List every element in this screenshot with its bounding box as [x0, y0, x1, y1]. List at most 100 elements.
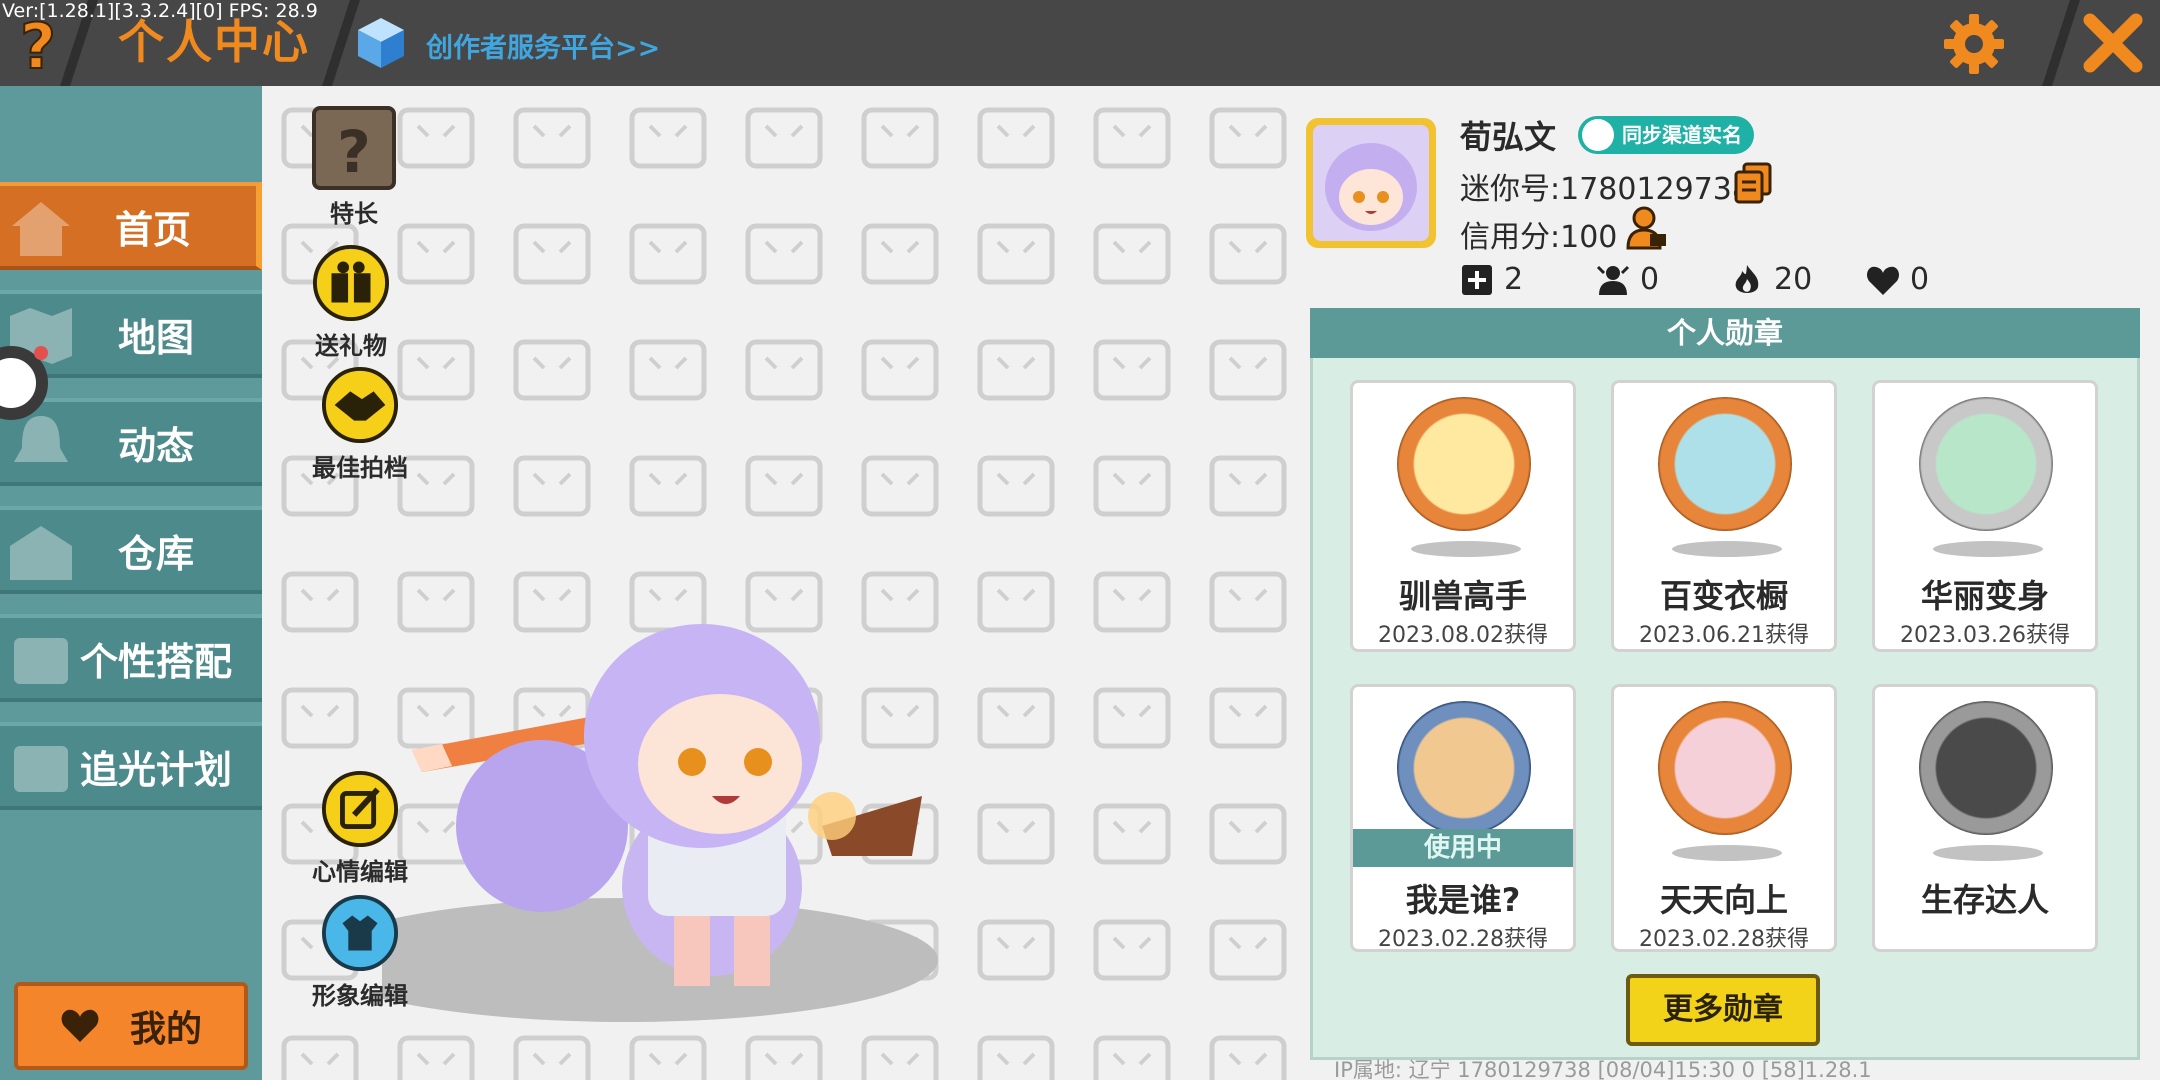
medal-date: 2023.02.28获得 [1639, 927, 1809, 952]
who-am-i-medal-icon [1397, 701, 1531, 835]
medal-name: 生存达人 [1920, 881, 2049, 919]
gift-icon [312, 244, 390, 322]
credit-score: 信用分:100 [1460, 220, 1618, 255]
medal-card[interactable]: 百变衣橱 2023.06.21获得 [1611, 380, 1837, 652]
close-icon [2083, 13, 2143, 73]
wardrobe-medal-icon [1658, 397, 1792, 531]
sidebar-item-label: 追光计划 [79, 747, 232, 792]
handshake-icon [321, 366, 399, 444]
daily-progress-medal-icon [1658, 701, 1792, 835]
stat-value: 0 [1640, 262, 1660, 297]
avatar[interactable] [1306, 118, 1436, 248]
medal-name: 天天向上 [1659, 881, 1788, 919]
appearance-edit-label: 形象编辑 [312, 982, 408, 1010]
gear-icon [1944, 14, 2004, 74]
sidebar-item-label: 个性搭配 [79, 639, 232, 684]
medal-card[interactable]: 生存达人 [1872, 684, 2098, 952]
sidebar-item-label: 地图 [117, 315, 194, 360]
stat-likes[interactable]: 0 [1866, 262, 1929, 297]
mood-edit-label: 心情编辑 [312, 858, 408, 886]
settings-button[interactable] [1942, 12, 2006, 76]
notification-dot [34, 346, 48, 360]
fans-icon [1596, 265, 1630, 295]
bell-icon [14, 416, 68, 462]
top-bar [0, 0, 2160, 86]
medal-panel-title: 个人勋章 [1310, 308, 2140, 358]
svg-text:?: ? [337, 118, 371, 186]
heart-icon [1866, 266, 1900, 295]
copy-id-button[interactable] [1734, 162, 1772, 204]
help-button[interactable]: ? [8, 9, 68, 84]
username: 荀弘文 [1460, 118, 1557, 156]
page-title: 个人中心 [118, 15, 310, 69]
medal-name: 华丽变身 [1920, 577, 2049, 615]
sidebar-item-outfit[interactable]: 个性搭配 [0, 614, 262, 702]
add-friend-icon [1462, 264, 1492, 295]
stat-value: 20 [1774, 262, 1813, 297]
stat-friends[interactable]: 2 [1460, 262, 1523, 297]
sidebar-item-label: 首页 [114, 207, 191, 252]
appearance-edit-button[interactable]: 形象编辑 [312, 894, 408, 1011]
user-credit-icon [1626, 206, 1666, 250]
stat-value: 2 [1504, 262, 1524, 297]
plan-icon [14, 746, 68, 792]
fire-icon [1735, 264, 1759, 293]
mood-edit-button[interactable]: 心情编辑 [312, 770, 408, 887]
outfit-edit-icon [321, 894, 399, 972]
stat-popularity[interactable]: 20 [1730, 262, 1812, 297]
medal-date: 2023.02.28获得 [1378, 927, 1548, 952]
best-partner-button[interactable]: 最佳拍档 [312, 366, 408, 483]
close-button[interactable] [2080, 10, 2146, 76]
sidebar-item-home[interactable]: 首页 [0, 182, 262, 270]
my-button-label: 我的 [129, 1009, 202, 1050]
mystery-box-icon: ? [312, 106, 396, 190]
stat-fans[interactable]: 0 [1596, 262, 1659, 297]
sidebar-item-feed[interactable]: 动态 [0, 398, 262, 486]
stat-value: 0 [1910, 262, 1930, 297]
skill-button[interactable]: ? 特长 [312, 106, 396, 229]
sidebar-item-warehouse[interactable]: 仓库 [0, 506, 262, 594]
heart-icon [61, 1009, 99, 1042]
svg-text:?: ? [20, 10, 56, 76]
credit-info-button[interactable] [1626, 206, 1668, 250]
avatar-portrait [1313, 125, 1429, 241]
creator-cube-icon[interactable] [356, 16, 406, 70]
transform-medal-icon [1919, 397, 2053, 531]
user-verify-icon [1582, 119, 1614, 151]
medal-name: 驯兽高手 [1398, 577, 1527, 615]
medal-name: 百变衣橱 [1659, 577, 1788, 615]
warehouse-icon [10, 526, 72, 580]
edit-icon [321, 770, 399, 848]
my-button[interactable]: 我的 [14, 982, 248, 1070]
question-icon: ? [19, 9, 57, 84]
medal-card[interactable]: 驯兽高手 2023.08.02获得 [1350, 380, 1576, 652]
medal-card[interactable]: 天天向上 2023.02.28获得 [1611, 684, 1837, 952]
survival-medal-icon [1919, 701, 2053, 835]
sidebar-item-plan[interactable]: 追光计划 [0, 722, 262, 810]
medal-date: 2023.06.21获得 [1639, 623, 1809, 648]
medal-date: 2023.03.26获得 [1900, 623, 2070, 648]
medal-name: 我是谁? [1405, 881, 1521, 919]
footer-info: IP属地: 辽宁 1780129738 [08/04]15:30 0 [58]1… [1334, 1058, 1872, 1080]
character-stage [262, 86, 1306, 1080]
medal-date: 2023.08.02获得 [1378, 623, 1548, 648]
creator-platform-link[interactable]: 创作者服务平台>> [426, 26, 660, 65]
home-icon [12, 202, 70, 256]
player-character[interactable] [382, 526, 942, 1080]
animal-tamer-medal-icon [1397, 397, 1531, 531]
in-use-badge: 使用中 [1353, 829, 1573, 867]
copy-icon [1734, 162, 1772, 204]
best-partner-label: 最佳拍档 [312, 454, 408, 482]
skill-label: 特长 [330, 200, 378, 228]
outfit-icon [14, 638, 68, 684]
sidebar-item-label: 动态 [117, 423, 194, 468]
more-medals-button[interactable]: 更多勋章 [1626, 974, 1820, 1046]
medal-card[interactable]: 使用中 我是谁? 2023.02.28获得 [1350, 684, 1576, 952]
mini-id: 迷你号:1780129738 [1460, 172, 1751, 207]
medal-card[interactable]: 华丽变身 2023.03.26获得 [1872, 380, 2098, 652]
verify-badge-label: 同步渠道实名 [1622, 123, 1742, 147]
gift-label: 送礼物 [315, 332, 387, 360]
sidebar-item-label: 仓库 [117, 531, 194, 576]
gift-button[interactable]: 送礼物 [312, 244, 390, 361]
verify-badge[interactable]: 同步渠道实名 [1578, 116, 1754, 154]
